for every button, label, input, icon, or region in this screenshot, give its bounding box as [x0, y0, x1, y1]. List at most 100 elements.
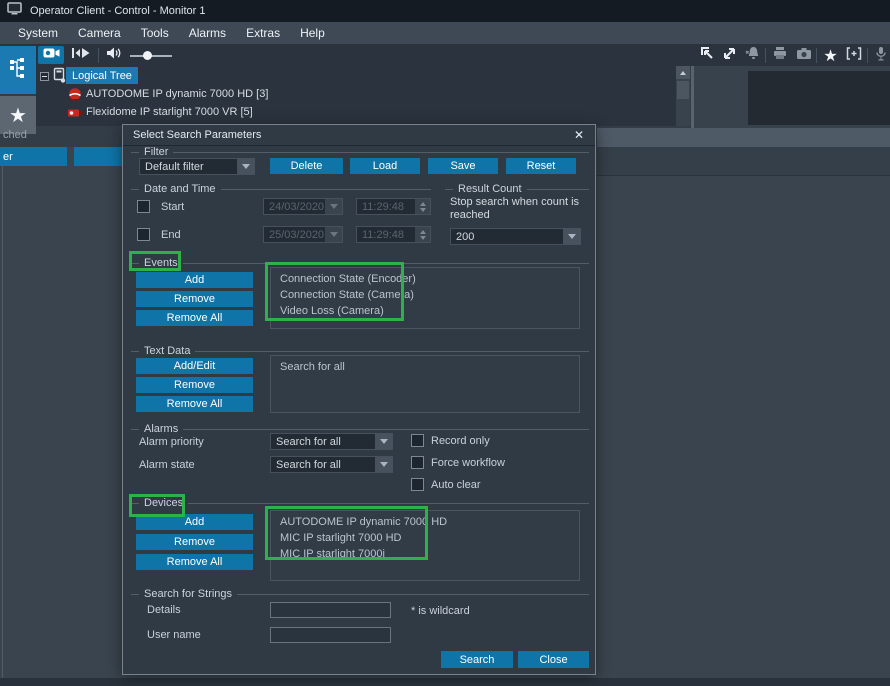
spinner-arrows-icon[interactable] — [415, 227, 430, 242]
toolbar-separator — [816, 48, 817, 63]
username-input[interactable] — [270, 627, 391, 643]
select-search-parameters-dialog: Select Search Parameters ✕ Filter Defaul… — [122, 124, 596, 675]
tree-node-logical-tree[interactable]: Logical Tree — [66, 67, 138, 84]
chevron-down-icon[interactable] — [325, 199, 342, 214]
microphone-button[interactable] — [871, 47, 890, 64]
result-count-dropdown[interactable]: 200 — [450, 228, 581, 245]
tree-expander-icon[interactable] — [40, 72, 49, 81]
chevron-down-icon[interactable] — [375, 457, 392, 472]
toolbar-separator — [765, 48, 766, 63]
chevron-down-icon[interactable] — [563, 229, 580, 244]
list-item[interactable]: Video Loss (Camera) — [280, 303, 579, 319]
camera-mode-button[interactable] — [38, 46, 64, 64]
window-title: Operator Client - Control - Monitor 1 — [30, 5, 205, 17]
text-data-add-edit-button[interactable]: Add/Edit — [136, 358, 253, 374]
events-add-button[interactable]: Add — [136, 272, 253, 288]
text-data-remove-all-button[interactable]: Remove All — [136, 396, 253, 412]
chevron-down-icon[interactable] — [325, 227, 342, 242]
details-input[interactable] — [270, 602, 391, 618]
details-label: Details — [147, 604, 181, 616]
end-time-spinner[interactable]: 11:29:48 — [356, 226, 431, 243]
clipped-button-2[interactable] — [74, 147, 122, 166]
record-only-checkbox[interactable] — [411, 434, 424, 447]
filter-dropdown[interactable]: Default filter — [139, 158, 255, 175]
events-group-label: Events — [139, 257, 183, 270]
menu-extras[interactable]: Extras — [236, 22, 290, 44]
reset-button[interactable]: Reset — [506, 158, 576, 174]
dialog-titlebar: Select Search Parameters ✕ — [123, 125, 595, 146]
star-icon: ★ — [823, 46, 837, 66]
text-data-list[interactable]: Search for all — [270, 355, 580, 413]
save-button[interactable]: Save — [428, 158, 498, 174]
list-item[interactable]: MIC IP starlight 7000 HD — [280, 530, 579, 546]
snapshot-button[interactable] — [794, 47, 813, 64]
load-button[interactable]: Load — [350, 158, 420, 174]
events-list[interactable]: Connection State (Encoder) Connection St… — [270, 267, 580, 329]
start-date-dropdown[interactable]: 24/03/2020 — [263, 198, 343, 215]
alarm-priority-dropdown[interactable]: Search for all — [270, 433, 393, 450]
video-pane[interactable] — [748, 71, 890, 125]
maximize-pane-button[interactable] — [720, 47, 739, 64]
logical-tree-panel: Logical Tree AUTODOME IP dynamic 7000 HD… — [36, 66, 676, 126]
clipped-button[interactable]: er — [0, 147, 67, 166]
events-remove-button[interactable]: Remove — [136, 291, 253, 307]
menu-help[interactable]: Help — [290, 22, 335, 44]
spinner-arrows-icon[interactable] — [415, 199, 430, 214]
tree-scrollbar[interactable] — [676, 66, 690, 126]
date-time-group-label: Date and Time — [139, 183, 221, 196]
auto-clear-checkbox[interactable] — [411, 478, 424, 491]
list-item[interactable]: Search for all — [280, 359, 579, 375]
result-count-hint: Stop search when count is reached — [450, 196, 588, 222]
devices-remove-all-button[interactable]: Remove All — [136, 554, 253, 570]
chevron-down-icon[interactable] — [237, 159, 254, 174]
devices-list[interactable]: AUTODOME IP dynamic 7000 HD MIC IP starl… — [270, 510, 580, 581]
panel-divider-line — [597, 175, 890, 176]
list-item[interactable]: AUTODOME IP dynamic 7000 HD — [280, 514, 579, 530]
close-icon[interactable]: ✕ — [571, 127, 587, 143]
search-strings-group: Search for Strings — [131, 594, 589, 595]
alarms-group: Alarms — [131, 429, 589, 430]
alarm-state-value: Search for all — [276, 459, 341, 471]
print-button[interactable] — [770, 47, 789, 64]
clipped-panel-text: ched — [3, 129, 27, 141]
restore-layout-button[interactable] — [698, 47, 717, 64]
favorite-button[interactable]: ★ — [821, 47, 840, 64]
start-checkbox[interactable] — [137, 200, 150, 213]
panel-border-line — [2, 147, 3, 678]
end-date-dropdown[interactable]: 25/03/2020 — [263, 226, 343, 243]
text-data-remove-button[interactable]: Remove — [136, 377, 253, 393]
events-remove-all-button[interactable]: Remove All — [136, 310, 253, 326]
close-button[interactable]: Close — [518, 651, 589, 668]
end-checkbox[interactable] — [137, 228, 150, 241]
list-item[interactable]: Connection State (Camera) — [280, 287, 579, 303]
audio-button[interactable] — [104, 47, 124, 63]
scrollbar-thumb[interactable] — [677, 81, 689, 99]
list-item[interactable]: MIC IP starlight 7000i — [280, 546, 579, 562]
sidebar-tab-logical-tree[interactable] — [0, 46, 36, 94]
volume-slider-knob[interactable] — [143, 51, 152, 60]
fixed-camera-icon — [67, 106, 83, 124]
tree-node-autodome[interactable]: AUTODOME IP dynamic 7000 HD [3] — [86, 88, 268, 100]
delete-button[interactable]: Delete — [270, 158, 343, 174]
tree-node-flexidome[interactable]: Flexidome IP starlight 7000 VR [5] — [86, 106, 253, 118]
search-button[interactable]: Search — [441, 651, 513, 668]
instant-playback-button[interactable] — [70, 47, 92, 63]
add-bookmark-button[interactable] — [844, 47, 863, 64]
list-item[interactable]: Connection State (Encoder) — [280, 271, 579, 287]
start-time-spinner[interactable]: 11:29:48 — [356, 198, 431, 215]
speaker-icon — [106, 46, 123, 65]
alarm-button[interactable] — [743, 47, 762, 64]
chevron-down-icon[interactable] — [375, 434, 392, 449]
menu-alarms[interactable]: Alarms — [179, 22, 236, 44]
force-workflow-checkbox[interactable] — [411, 456, 424, 469]
devices-remove-button[interactable]: Remove — [136, 534, 253, 550]
clipped-button-label: er — [3, 151, 13, 163]
menu-camera[interactable]: Camera — [68, 22, 131, 44]
menu-system[interactable]: System — [8, 22, 68, 44]
scrollbar-up-button[interactable] — [676, 66, 690, 79]
alarm-state-dropdown[interactable]: Search for all — [270, 456, 393, 473]
devices-add-button[interactable]: Add — [136, 514, 253, 530]
wildcard-hint: * is wildcard — [411, 605, 470, 617]
devices-group: Devices — [131, 503, 589, 504]
menu-tools[interactable]: Tools — [131, 22, 179, 44]
